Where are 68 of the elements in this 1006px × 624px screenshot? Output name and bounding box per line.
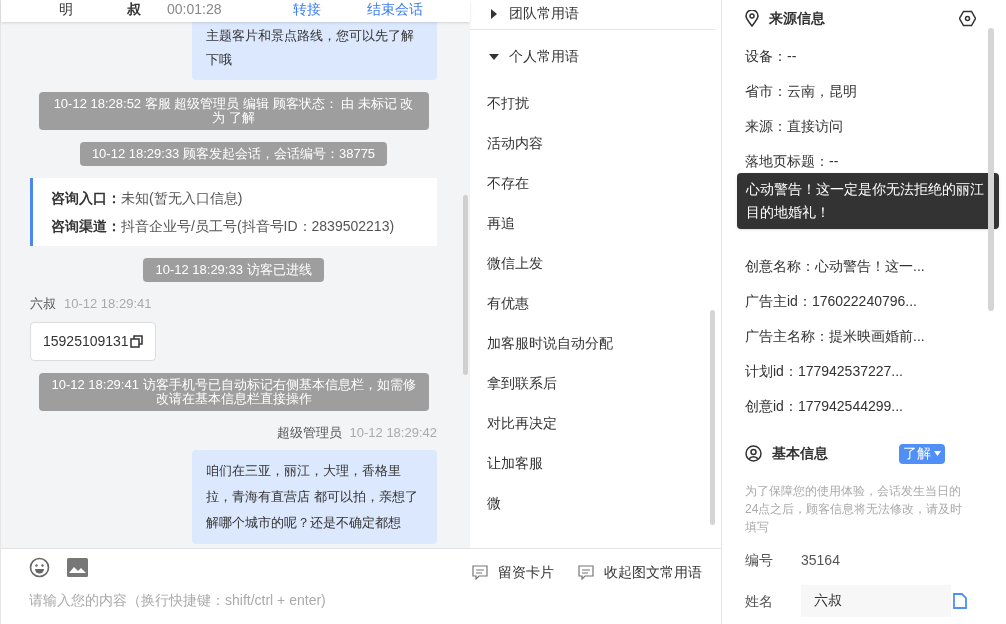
message-bubble: 咱们在三亚，丽江，大理，香格里拉，青海有直营店 都可以拍，亲想了解哪个城市的呢？还是不确定都想 — [192, 450, 437, 544]
phrase-item[interactable]: 对比再决定 — [487, 413, 557, 433]
section-title: 基本信息 — [772, 444, 828, 463]
phrase-item[interactable]: 微 — [487, 493, 501, 513]
phrase-item[interactable]: 不打扰 — [487, 93, 529, 113]
source-info-row-text: 来源：直接访问 — [745, 117, 844, 136]
name-field[interactable]: 六叔 — [801, 585, 951, 617]
copy-icon[interactable] — [129, 334, 143, 348]
user-icon — [745, 445, 762, 462]
phrase-group-header[interactable]: 团队常用语 — [470, 3, 579, 24]
system-notice: 10-12 18:29:33 顾客发起会话，会话编号：38775 — [79, 142, 388, 166]
message-icon — [472, 565, 488, 580]
tooltip: 心动警告！这一定是你无法拒绝的丽江目的地婚礼！ — [737, 173, 999, 229]
phrase-item[interactable]: 活动内容 — [487, 133, 543, 153]
source-info-row-text: 创意id：177942544299... — [745, 397, 904, 416]
message-icon — [578, 565, 594, 580]
phrase-group-header[interactable]: 个人常用语 — [470, 46, 579, 67]
caret-down-icon — [489, 51, 499, 62]
visitor-name: 明 — [59, 0, 74, 19]
settings-icon[interactable] — [959, 9, 976, 27]
message-time: 10-12 18:29:41 — [64, 295, 152, 313]
end-session-link[interactable]: 结束会话 — [367, 0, 423, 20]
source-info-row-text: 广告主id：176022240796... — [745, 292, 918, 311]
field-label: 姓名 — [745, 591, 774, 611]
emoji-icon[interactable] — [29, 557, 50, 578]
session-timer: 00:01:28 — [167, 0, 223, 19]
caret-down-icon — [934, 451, 941, 456]
phrase-item[interactable]: 微信上发 — [487, 253, 543, 273]
source-info-row-text: 广告主名称：提米映画婚前... — [745, 327, 926, 346]
system-notice: 10-12 18:29:33 访客已进线 — [143, 258, 324, 282]
notice-text: 为了保障您的使用体验，会话发生当日的24点之后，顾客信息将无法修改，请及时填写 — [745, 483, 963, 536]
info-label: 咨询渠道： — [51, 218, 121, 234]
scrollbar[interactable] — [988, 28, 994, 311]
sender-name: 超级管理员 — [276, 423, 342, 442]
phrase-item[interactable]: 让加客服 — [487, 453, 543, 473]
document-icon[interactable] — [953, 593, 967, 609]
visitor-name: 叔 — [127, 0, 142, 19]
info-value: 抖音企业号/员工号(抖音号ID：2839502213) — [121, 218, 395, 234]
message-bubble: 主题客片和景点路线，您可以先了解下哦 — [192, 22, 437, 80]
message-time: 10-12 18:29:42 — [349, 423, 437, 442]
scrollbar[interactable] — [710, 310, 715, 525]
section-title: 来源信息 — [769, 8, 825, 28]
caret-right-icon — [489, 8, 499, 19]
source-info-row-text: 计划id：177942537227... — [745, 362, 904, 381]
info-label: 咨询入口： — [51, 190, 121, 206]
transfer-link[interactable]: 转接 — [293, 0, 367, 20]
source-info-row-text: 落地页标题：-- — [745, 152, 840, 171]
phrase-item[interactable]: 有优惠 — [487, 293, 529, 313]
phrase-action-button[interactable]: 留资卡片 — [472, 562, 554, 583]
info-value: 未知(暂无入口信息) — [121, 190, 243, 206]
phrase-item[interactable]: 加客服时说自动分配 — [487, 333, 613, 353]
system-notice: 10-12 18:29:41 访客手机号已自动标记右侧基本信息栏，如需修改请在基本信息栏直接操作 — [38, 372, 429, 411]
field-value: 35164 — [801, 551, 840, 570]
image-icon[interactable] — [67, 558, 88, 577]
field-label: 编号 — [745, 551, 774, 570]
phrase-item[interactable]: 不存在 — [487, 173, 529, 193]
sender-name: 六叔 — [30, 295, 56, 313]
message-input[interactable]: 请输入您的内容（换行快捷键：shift/ctrl + enter) — [29, 590, 429, 611]
phrase-item[interactable]: 拿到联系后 — [487, 373, 557, 393]
phone-number: 15925109131 — [43, 331, 129, 351]
phrase-action-button[interactable]: 收起图文常用语 — [578, 562, 702, 583]
system-notice: 10-12 18:28:52 客服 超级管理员 编辑 顾客状态： 由 未标记 改为 了解 — [38, 92, 429, 130]
location-pin-icon — [745, 9, 759, 27]
scrollbar[interactable] — [463, 195, 468, 375]
source-info-row-text: 创意名称：心动警告！这一... — [745, 257, 926, 276]
source-info-row-text: 省市：云南，昆明 — [745, 82, 858, 101]
source-info-row-text: 设备：-- — [745, 47, 798, 66]
phrase-item[interactable]: 再追 — [487, 213, 515, 233]
